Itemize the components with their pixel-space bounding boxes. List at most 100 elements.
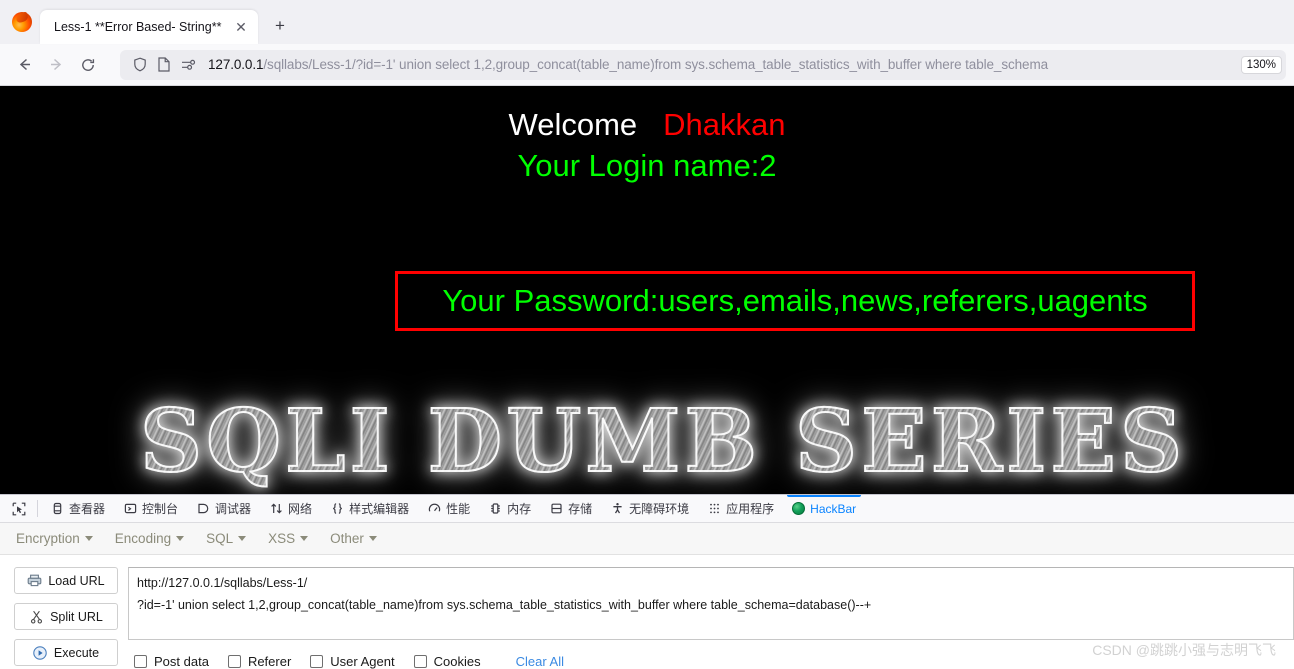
devtools-tab-label: 调试器 — [215, 502, 252, 516]
checkbox-label: Cookies — [433, 654, 481, 669]
devtools-tab-inspector[interactable]: 查看器 — [41, 495, 114, 522]
checkbox-post-data[interactable]: Post data — [134, 654, 209, 669]
devtools-tab-label: 性能 — [446, 502, 471, 516]
sqli-dumb-series-banner: SQLI DUMB SERIES — [139, 390, 1294, 494]
console-icon — [123, 502, 137, 516]
zoom-level-badge[interactable]: 130% — [1240, 55, 1282, 74]
checkbox-user-agent[interactable]: User Agent — [310, 654, 395, 669]
devtools-tab-network[interactable]: 网络 — [260, 495, 321, 522]
url-path: /sqllabs/Less-1/?id=-1' union select 1,2… — [263, 57, 1048, 72]
devtools-tab-application[interactable]: 应用程序 — [698, 495, 783, 522]
watermark-text: CSDN @跳跳小强与志明飞飞 — [1092, 642, 1276, 658]
menu-xss[interactable]: XSS — [268, 531, 309, 546]
chevron-down-icon — [368, 536, 377, 541]
url-text: 127.0.0.1/sqllabs/Less-1/?id=-1' union s… — [208, 57, 1235, 72]
menu-label: Encoding — [114, 531, 172, 546]
devtools-tab-memory[interactable]: 内存 — [479, 495, 540, 522]
hackbar-menu-bar: Encryption Encoding SQL XSS Other — [0, 523, 1294, 555]
network-icon — [269, 502, 283, 516]
forward-button[interactable] — [40, 49, 72, 81]
button-label: Split URL — [50, 609, 103, 624]
load-url-icon — [27, 573, 42, 588]
firefox-logo-icon — [12, 12, 32, 32]
request-url-textarea[interactable]: http://127.0.0.1/sqllabs/Less-1/ ?id=-1'… — [128, 567, 1294, 640]
hackbar-panel: Encryption Encoding SQL XSS Other Load U… — [0, 523, 1294, 669]
checkbox-box[interactable] — [413, 655, 427, 668]
devtools-tab-performance[interactable]: 性能 — [418, 495, 479, 522]
welcome-heading: Welcome Dhakkan — [0, 107, 1294, 142]
shield-icon — [130, 55, 150, 75]
new-tab-button[interactable]: + — [266, 12, 294, 40]
accessibility-icon — [610, 502, 624, 516]
tab-title: Less-1 **Error Based- String** — [54, 20, 222, 34]
chevron-down-icon — [84, 536, 93, 541]
url-host: 127.0.0.1 — [208, 57, 264, 72]
user-name-text: Dhakkan — [663, 107, 786, 142]
password-text: Your Password:users,emails,news,referers… — [442, 283, 1148, 318]
style-editor-icon — [330, 502, 344, 516]
devtools-panel: 查看器 控制台 调试器 网络 样式编辑器 性能 内存 存储 无障碍环境 应用程序… — [0, 494, 1294, 669]
menu-encryption[interactable]: Encryption — [16, 531, 93, 546]
devtools-tab-label: 查看器 — [69, 502, 106, 516]
devtools-tab-style-editor[interactable]: 样式编辑器 — [321, 495, 418, 522]
navigation-toolbar: 127.0.0.1/sqllabs/Less-1/?id=-1' union s… — [0, 44, 1294, 86]
hackbar-action-buttons: Load URL Split URL Execute — [14, 567, 118, 669]
reload-button[interactable] — [72, 49, 104, 81]
welcome-text: Welcome — [508, 107, 638, 142]
checkbox-box[interactable] — [310, 655, 324, 668]
devtools-tab-label: 内存 — [507, 502, 532, 516]
checkbox-label: User Agent — [330, 654, 395, 669]
chevron-down-icon — [176, 536, 185, 541]
split-url-button[interactable]: Split URL — [14, 603, 118, 630]
devtools-tab-bar: 查看器 控制台 调试器 网络 样式编辑器 性能 内存 存储 无障碍环境 应用程序… — [0, 495, 1294, 523]
tab-strip: Less-1 **Error Based- String** ✕ + — [0, 0, 1294, 44]
hackbar-icon — [792, 502, 806, 515]
menu-label: SQL — [206, 531, 234, 546]
menu-label: XSS — [268, 531, 296, 546]
application-icon — [707, 502, 721, 516]
checkbox-label: Referer — [247, 654, 292, 669]
devtools-tab-hackbar[interactable]: HackBar — [783, 495, 865, 522]
page-content: Welcome Dhakkan Your Login name:2 Your Pa… — [0, 86, 1294, 494]
back-button[interactable] — [8, 49, 40, 81]
element-picker-icon[interactable] — [4, 495, 34, 522]
play-icon — [33, 645, 48, 660]
devtools-tab-debugger[interactable]: 调试器 — [187, 495, 260, 522]
menu-other[interactable]: Other — [330, 531, 377, 546]
url-bar[interactable]: 127.0.0.1/sqllabs/Less-1/?id=-1' union s… — [120, 49, 1286, 80]
chevron-down-icon — [238, 536, 247, 541]
devtools-tab-label: 网络 — [288, 502, 313, 516]
debugger-icon — [196, 502, 210, 516]
menu-sql[interactable]: SQL — [206, 531, 247, 546]
button-label: Load URL — [48, 573, 105, 588]
checkbox-label: Post data — [154, 654, 209, 669]
request-line-2: ?id=-1' union select 1,2,group_concat(ta… — [137, 597, 872, 612]
inspector-icon — [50, 502, 64, 516]
devtools-tab-label: 无障碍环境 — [629, 502, 690, 516]
devtools-tab-accessibility[interactable]: 无障碍环境 — [601, 495, 698, 522]
devtools-tab-label: HackBar — [810, 501, 857, 516]
tracking-settings-icon[interactable] — [178, 55, 198, 75]
button-label: Execute — [53, 645, 100, 660]
request-line-1: http://127.0.0.1/sqllabs/Less-1/ — [137, 576, 308, 590]
devtools-tab-label: 存储 — [568, 502, 593, 516]
checkbox-referer[interactable]: Referer — [227, 654, 292, 669]
close-icon[interactable]: ✕ — [230, 16, 252, 38]
load-url-button[interactable]: Load URL — [14, 567, 118, 594]
browser-tab[interactable]: Less-1 **Error Based- String** ✕ — [40, 10, 258, 44]
execute-button[interactable]: Execute — [14, 639, 118, 666]
checkbox-box[interactable] — [134, 655, 147, 668]
checkbox-box[interactable] — [227, 655, 241, 668]
password-highlight-box: Your Password:users,emails,news,referers… — [395, 271, 1195, 331]
clear-all-link[interactable]: Clear All — [516, 654, 564, 669]
scissors-icon — [29, 609, 44, 624]
menu-encoding[interactable]: Encoding — [114, 531, 185, 546]
devtools-tab-storage[interactable]: 存储 — [540, 495, 601, 522]
login-name-text: Your Login name:2 — [517, 148, 777, 184]
performance-icon — [427, 502, 441, 516]
devtools-tab-console[interactable]: 控制台 — [114, 495, 187, 522]
page-icon — [154, 55, 174, 75]
devtools-tab-label: 应用程序 — [726, 502, 775, 516]
checkbox-cookies[interactable]: Cookies — [413, 654, 481, 669]
storage-icon — [549, 502, 563, 516]
